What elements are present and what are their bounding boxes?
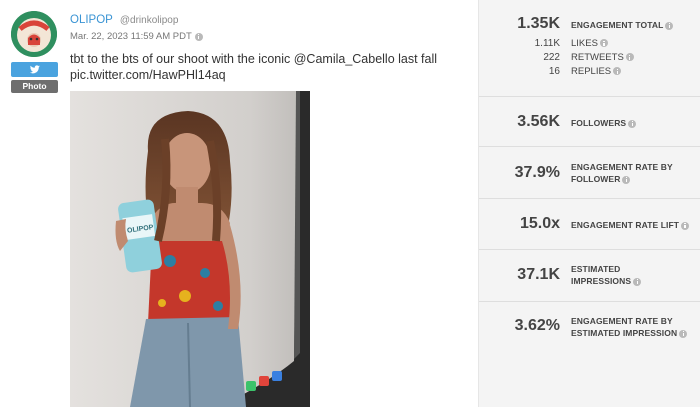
post-text-line: tbt to the bts of our shoot with the ico… xyxy=(70,52,438,66)
engagement-rate-impression-value: 3.62% xyxy=(514,317,560,334)
estimated-impressions-label: ESTIMATED IMPRESSIONS xyxy=(571,263,642,287)
engagement-rate-lift-value: 15.0x xyxy=(519,215,560,232)
engagement-total-label: ENGAGEMENT TOTAL xyxy=(571,19,674,31)
post-text: tbt to the bts of our shoot with the ico… xyxy=(70,51,470,83)
stat-likes: 1.11K LIKES xyxy=(479,38,700,52)
likes-label-text: LIKES xyxy=(571,38,598,49)
estimated-impressions-label-line2: IMPRESSIONS xyxy=(571,276,632,286)
avatar[interactable] xyxy=(11,11,57,57)
engagement-rate-follower-label: ENGAGEMENT RATE BY FOLLOWER xyxy=(571,161,673,185)
post-date: Mar. 22, 2023 11:59 AM PDT xyxy=(70,31,203,42)
engagement-total-value: 1.35K xyxy=(517,15,560,32)
info-icon[interactable] xyxy=(681,221,690,230)
author-name[interactable]: OLIPOP xyxy=(70,14,113,26)
followers-label: FOLLOWERS xyxy=(571,117,637,129)
author-handle[interactable]: @drinkolipop xyxy=(120,15,179,26)
engagement-rate-follower-label-line2: FOLLOWER xyxy=(571,174,621,184)
estimated-impressions-value: 37.1K xyxy=(517,266,560,283)
post-photo-image: OLIPOP xyxy=(70,91,310,407)
info-icon[interactable] xyxy=(194,32,203,41)
estimated-impressions-label-line1: ESTIMATED xyxy=(571,264,621,274)
info-icon[interactable] xyxy=(622,175,631,184)
info-icon[interactable] xyxy=(613,67,622,76)
retweets-label-text: RETWEETS xyxy=(571,52,624,63)
engagement-rate-impression-label: ENGAGEMENT RATE BY ESTIMATED IMPRESSION xyxy=(571,315,688,339)
post-panel: Photo OLIPOP @drinkolipop Mar. 22, 2023 … xyxy=(0,0,478,407)
info-icon[interactable] xyxy=(599,39,608,48)
photo-badge: Photo xyxy=(11,80,58,93)
info-icon[interactable] xyxy=(665,21,674,30)
author-line: OLIPOP @drinkolipop xyxy=(70,14,178,26)
engagement-rate-impression-label-line1: ENGAGEMENT RATE BY xyxy=(571,316,673,326)
twitter-bird-icon xyxy=(29,65,40,74)
replies-label: REPLIES xyxy=(571,66,622,77)
stat-retweets: 222 RETWEETS xyxy=(479,52,700,66)
info-icon[interactable] xyxy=(628,119,637,128)
engagement-rate-follower-label-line1: ENGAGEMENT RATE BY xyxy=(571,162,673,172)
followers-value: 3.56K xyxy=(517,113,560,130)
replies-value: 16 xyxy=(548,66,560,77)
stat-replies: 16 REPLIES xyxy=(479,66,700,80)
engagement-rate-lift-label: ENGAGEMENT RATE LIFT xyxy=(571,219,690,231)
info-icon[interactable] xyxy=(679,329,688,338)
info-icon[interactable] xyxy=(625,53,634,62)
likes-label: LIKES xyxy=(571,38,608,49)
engagement-total-label-text: ENGAGEMENT TOTAL xyxy=(571,20,664,30)
followers-label-text: FOLLOWERS xyxy=(571,118,627,128)
stat-engagement-total: 1.35K ENGAGEMENT TOTAL 1.11K LIKES 222 R… xyxy=(479,0,700,97)
stat-engagement-rate-impression: 3.62% ENGAGEMENT RATE BY ESTIMATED IMPRE… xyxy=(479,302,700,362)
likes-value: 1.11K xyxy=(534,38,560,49)
post-photo[interactable]: OLIPOP xyxy=(70,91,310,407)
stat-estimated-impressions: 37.1K ESTIMATED IMPRESSIONS xyxy=(479,250,700,302)
stat-engagement-rate-follower: 37.9% ENGAGEMENT RATE BY FOLLOWER xyxy=(479,147,700,199)
replies-label-text: REPLIES xyxy=(571,66,612,77)
retweets-label: RETWEETS xyxy=(571,52,634,63)
olipop-logo-icon xyxy=(11,11,57,57)
engagement-rate-follower-value: 37.9% xyxy=(514,164,560,181)
twitter-badge[interactable] xyxy=(11,62,58,77)
stats-panel: 1.35K ENGAGEMENT TOTAL 1.11K LIKES 222 R… xyxy=(478,0,700,407)
post-date-text[interactable]: Mar. 22, 2023 11:59 AM PDT xyxy=(70,31,192,42)
stat-followers: 3.56K FOLLOWERS xyxy=(479,97,700,147)
info-icon[interactable] xyxy=(633,277,642,286)
stat-engagement-rate-lift: 15.0x ENGAGEMENT RATE LIFT xyxy=(479,199,700,250)
post-link[interactable]: pic.twitter.com/HawPHl14aq xyxy=(70,67,470,83)
retweets-value: 222 xyxy=(543,52,560,63)
engagement-rate-lift-label-text: ENGAGEMENT RATE LIFT xyxy=(571,220,680,230)
engagement-rate-impression-label-line2: ESTIMATED IMPRESSION xyxy=(571,328,678,338)
